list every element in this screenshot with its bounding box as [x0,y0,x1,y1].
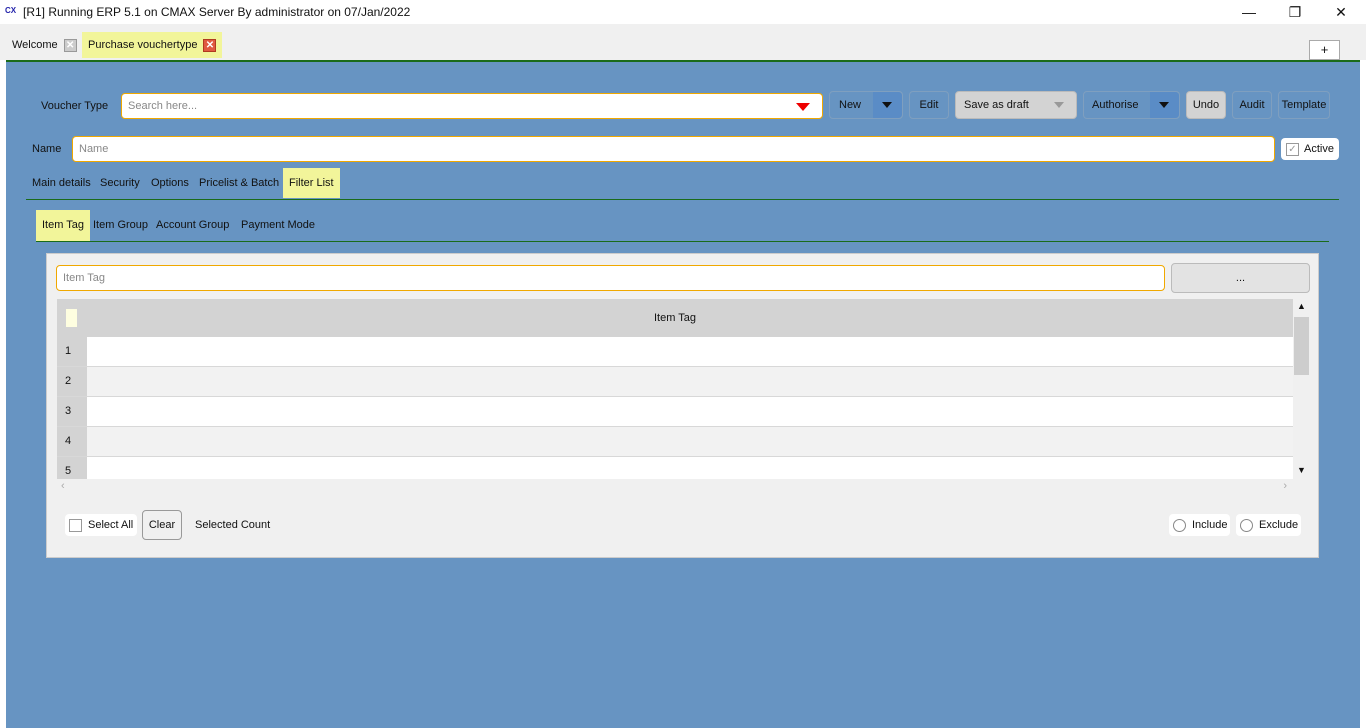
tab-purchase-vouchertype[interactable]: Purchase vouchertype ✕ [82,32,223,58]
checkbox-checked-icon: ✓ [1286,142,1299,156]
new-dropdown[interactable] [872,92,902,118]
tab-filter-list[interactable]: Filter List [283,168,340,198]
row-number: 1 [57,337,87,366]
app-logo: CX [5,6,17,15]
tab-item-group[interactable]: Item Group [87,210,154,240]
chevron-down-icon [1159,102,1170,108]
filter-panel: Item Tag ... Item Tag 1 2 3 4 5 ▲ ▼ ‹ › … [46,253,1319,558]
select-all-label: Select All [88,519,134,531]
tab-welcome[interactable]: Welcome ✕ [6,32,83,58]
tab-pricelist-batch[interactable]: Pricelist & Batch [193,168,285,198]
select-all-checkbox[interactable]: Select All [65,514,137,536]
active-checkbox[interactable]: ✓ Active [1281,138,1339,160]
table-row[interactable]: 1 [57,337,1293,367]
window-title: [R1] Running ERP 5.1 on CMAX Server By a… [23,5,411,19]
maximize-button[interactable]: ❐ [1272,2,1318,22]
tab-item-tag[interactable]: Item Tag [36,210,90,241]
browse-button[interactable]: ... [1171,263,1310,293]
filter-tabs: Item Tag Item Group Account Group Paymen… [36,210,1329,242]
table-row[interactable]: 5 [57,457,1293,479]
exclude-label: Exclude [1259,519,1299,531]
document-tab-bar: Welcome ✕ Purchase vouchertype ✕ [0,24,1366,60]
radio-icon [1173,518,1186,532]
chevron-down-icon [1054,102,1064,108]
row-number: 5 [57,457,87,479]
table-row[interactable]: 2 [57,367,1293,397]
vertical-scrollbar[interactable]: ▲ ▼ [1293,299,1310,479]
tab-account-group[interactable]: Account Group [150,210,235,240]
voucher-type-search-input[interactable]: Search here... [121,93,823,119]
minimize-button[interactable]: — [1226,2,1272,22]
save-as-draft-button[interactable]: Save as draft [955,91,1077,119]
tab-label: Purchase vouchertype [88,39,198,51]
scroll-left-icon[interactable]: ‹ [61,480,65,492]
save-draft-label: Save as draft [964,99,1029,111]
table-row[interactable]: 4 [57,427,1293,457]
column-header-item-tag[interactable]: Item Tag [57,312,1293,324]
tab-label: Welcome [12,39,58,51]
section-tabs: Main details Security Options Pricelist … [26,168,1339,200]
title-bar: CX [R1] Running ERP 5.1 on CMAX Server B… [0,0,1366,24]
placeholder: Search here... [128,100,198,112]
audit-button[interactable]: Audit [1232,91,1272,119]
table-row[interactable]: 3 [57,397,1293,427]
name-input[interactable]: Name [72,136,1275,162]
scrollbar-thumb[interactable] [1294,317,1309,375]
tab-options[interactable]: Options [145,168,195,198]
row-number: 3 [57,397,87,426]
undo-button[interactable]: Undo [1186,91,1226,119]
name-label: Name [32,143,62,155]
authorise-label: Authorise [1092,99,1139,111]
tab-main-details[interactable]: Main details [26,168,97,198]
edit-button[interactable]: Edit [909,91,949,119]
placeholder: Item Tag [63,272,105,284]
radio-icon [1240,518,1253,532]
include-radio[interactable]: Include [1169,514,1230,536]
voucher-type-label: Voucher Type [41,100,109,112]
include-label: Include [1192,519,1228,531]
new-button[interactable]: New [829,91,903,119]
selected-count-label: Selected Count [195,519,271,531]
close-icon[interactable]: ✕ [203,38,217,52]
active-label: Active [1304,143,1334,155]
authorise-button[interactable]: Authorise [1083,91,1180,119]
new-label: New [839,99,862,111]
scroll-down-icon[interactable]: ▼ [1297,465,1306,475]
tab-payment-mode[interactable]: Payment Mode [235,210,321,240]
row-number: 2 [57,367,87,396]
main-area: Voucher Type Search here... New Edit Sav… [6,60,1360,728]
authorise-dropdown[interactable] [1149,92,1179,118]
exclude-radio[interactable]: Exclude [1236,514,1301,536]
scroll-up-icon[interactable]: ▲ [1297,301,1306,311]
template-button[interactable]: Template [1278,91,1330,119]
grid-header: Item Tag [57,299,1293,337]
close-button[interactable]: ✕ [1318,2,1364,22]
item-tag-search-input[interactable]: Item Tag [56,265,1165,291]
tab-security[interactable]: Security [94,168,146,198]
placeholder: Name [79,143,109,155]
horizontal-scrollbar[interactable]: ‹ › [57,479,1293,495]
new-tab-button[interactable]: + [1309,40,1340,60]
dropdown-arrow-icon[interactable] [796,103,810,111]
row-number: 4 [57,427,87,456]
clear-button[interactable]: Clear [142,510,182,540]
scroll-right-icon[interactable]: › [1283,480,1287,492]
chevron-down-icon [882,102,893,108]
close-icon[interactable]: ✕ [63,38,77,52]
checkbox-icon [69,518,82,532]
